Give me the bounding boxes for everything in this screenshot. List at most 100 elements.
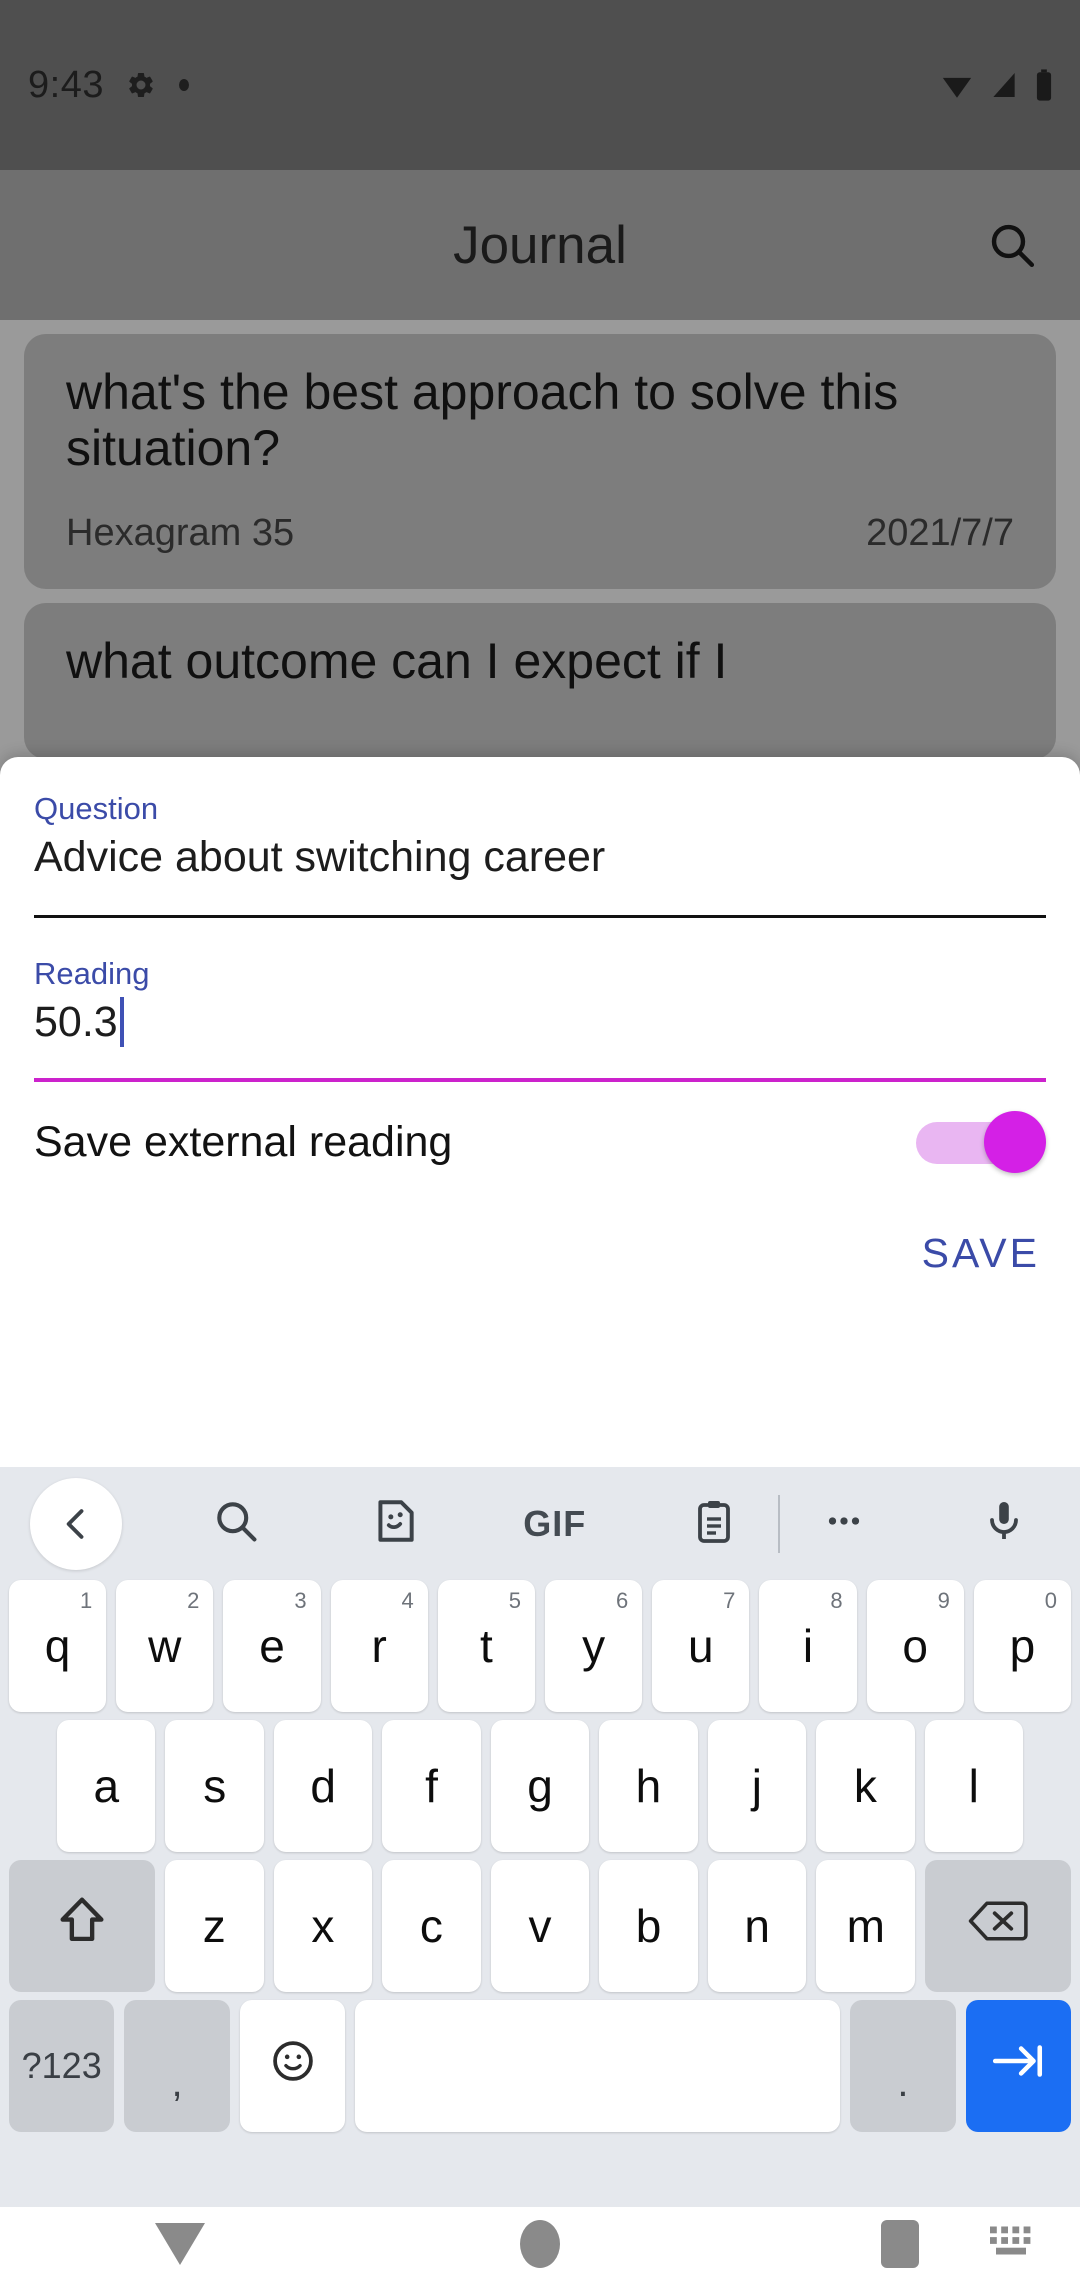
key-l[interactable]: l	[924, 1720, 1023, 1852]
key-i[interactable]: 8i	[759, 1580, 857, 1712]
comma-key[interactable]: ,	[124, 2000, 230, 2132]
journal-question: what outcome can I expect if I	[66, 633, 728, 689]
emoji-key[interactable]	[239, 2000, 346, 2132]
question-field[interactable]: Question Advice about switching career	[34, 757, 1046, 918]
key-label: k	[853, 1760, 877, 1812]
key-p[interactable]: 0p	[973, 1580, 1072, 1712]
key-superscript: 1	[79, 1588, 93, 1613]
question-label: Question	[34, 791, 159, 826]
key-k[interactable]: k	[816, 1720, 915, 1852]
key-t[interactable]: 5t	[437, 1580, 535, 1712]
reading-underline	[34, 1078, 1046, 1082]
enter-key[interactable]	[965, 2000, 1072, 2132]
keyboard-row-3: z x c v b n m	[4, 1860, 1076, 1992]
background-app: 9:43 Journal what's the best approach to…	[0, 0, 1080, 820]
key-m[interactable]: m	[816, 1860, 916, 1992]
recents-square-icon	[881, 2219, 919, 2268]
key-label: g	[527, 1760, 553, 1812]
keyboard-back-button[interactable]	[30, 1477, 122, 1570]
sheet-actions: SAVE	[34, 1202, 1046, 1287]
key-label: a	[93, 1760, 120, 1812]
on-screen-keyboard: GIF 1q 2 w 3 e 4 r 5 t 6 y 7 u 8 i 9 o 0…	[0, 1467, 1080, 2207]
key-c[interactable]: c	[382, 1860, 481, 1992]
down-triangle-icon	[155, 2222, 205, 2265]
keyboard-switch-button[interactable]	[988, 2224, 1034, 2263]
edit-reading-sheet: Question Advice about switching career R…	[0, 757, 1080, 1467]
save-button[interactable]: SAVE	[916, 1220, 1046, 1287]
backspace-icon	[967, 1896, 1029, 1957]
key-x[interactable]: x	[273, 1860, 373, 1992]
back-icon[interactable]	[30, 1477, 122, 1570]
key-e[interactable]: 3e	[223, 1580, 321, 1712]
key-label: q	[44, 1620, 71, 1672]
keyboard-more-options-button[interactable]	[798, 1478, 890, 1570]
gif-icon: GIF	[523, 1502, 587, 1544]
keyboard-switch-icon	[988, 2226, 1034, 2262]
more-options-icon	[821, 1498, 867, 1549]
key-g[interactable]: g	[490, 1720, 590, 1852]
status-time: 9:43	[28, 63, 104, 106]
key-r[interactable]: 4r	[330, 1580, 428, 1712]
key-label: x	[311, 1900, 335, 1952]
keyboard-sticker-button[interactable]	[349, 1478, 441, 1570]
keyboard-row-1: 1q 2w 3e 4r 5t 6y 7u 8i 9o 0p	[4, 1580, 1076, 1712]
keyboard-toolbar: GIF	[0, 1467, 1080, 1580]
key-n[interactable]: n	[707, 1860, 807, 1992]
period-key[interactable]: .	[850, 2000, 956, 2132]
status-bar: 9:43	[0, 0, 1080, 170]
shift-key[interactable]	[9, 1860, 155, 1992]
journal-card[interactable]: what outcome can I expect if I	[24, 603, 1056, 759]
key-u[interactable]: 7u	[652, 1580, 750, 1712]
journal-card[interactable]: what's the best approach to solve this s…	[24, 334, 1056, 589]
search-icon[interactable]	[984, 217, 1040, 273]
key-b[interactable]: b	[599, 1860, 698, 1992]
key-label: r	[371, 1620, 387, 1672]
battery-icon	[1034, 68, 1054, 102]
backspace-key[interactable]	[925, 1860, 1071, 1992]
signal-icon	[988, 68, 1020, 102]
keyboard-clipboard-button[interactable]	[668, 1478, 760, 1570]
save-external-reading-row[interactable]: Save external reading	[34, 1082, 1046, 1202]
keyboard-search-button[interactable]	[190, 1478, 282, 1570]
key-d[interactable]: d	[273, 1720, 373, 1852]
key-q[interactable]: 1q	[8, 1580, 107, 1712]
key-a[interactable]: a	[57, 1720, 156, 1852]
key-label: p	[1009, 1620, 1036, 1672]
key-v[interactable]: v	[490, 1860, 590, 1992]
symbols-key[interactable]: ?123	[8, 2000, 115, 2132]
key-label: .	[897, 2061, 909, 2105]
key-label: j	[751, 1760, 762, 1812]
key-superscript: 8	[830, 1588, 843, 1613]
nav-back-button[interactable]	[0, 2222, 360, 2265]
key-label: w	[148, 1620, 182, 1672]
key-label: b	[635, 1900, 662, 1952]
space-key[interactable]	[355, 2000, 841, 2132]
key-s[interactable]: s	[165, 1720, 264, 1852]
reading-input[interactable]: 50.3	[34, 998, 118, 1047]
key-w[interactable]: 2w	[116, 1580, 214, 1712]
key-label: s	[203, 1760, 227, 1812]
key-o[interactable]: 9o	[866, 1580, 964, 1712]
key-superscript: 4	[401, 1588, 414, 1613]
emoji-icon	[268, 2036, 318, 2097]
page-title: Journal	[453, 215, 627, 275]
key-superscript: 6	[615, 1588, 629, 1613]
key-y[interactable]: 6y	[545, 1580, 643, 1712]
key-label: e	[259, 1620, 285, 1672]
key-z[interactable]: z	[164, 1860, 264, 1992]
key-label: n	[744, 1900, 770, 1952]
shift-icon	[53, 1892, 111, 1961]
key-j[interactable]: j	[707, 1720, 807, 1852]
key-label: v	[528, 1900, 552, 1952]
key-h[interactable]: h	[599, 1720, 698, 1852]
phone-screen: 9:43 Journal what's the best approach to…	[0, 0, 1080, 2280]
save-external-reading-toggle[interactable]	[916, 1111, 1046, 1173]
navigation-bar	[0, 2207, 1080, 2280]
reading-field[interactable]: Reading 50.3	[34, 918, 1046, 1082]
key-label: f	[425, 1760, 438, 1812]
keyboard-gif-button[interactable]: GIF	[509, 1478, 601, 1570]
key-f[interactable]: f	[382, 1720, 481, 1852]
nav-home-button[interactable]	[360, 2219, 720, 2268]
keyboard-microphone-button[interactable]	[958, 1478, 1050, 1570]
question-input[interactable]: Advice about switching career	[34, 833, 605, 882]
